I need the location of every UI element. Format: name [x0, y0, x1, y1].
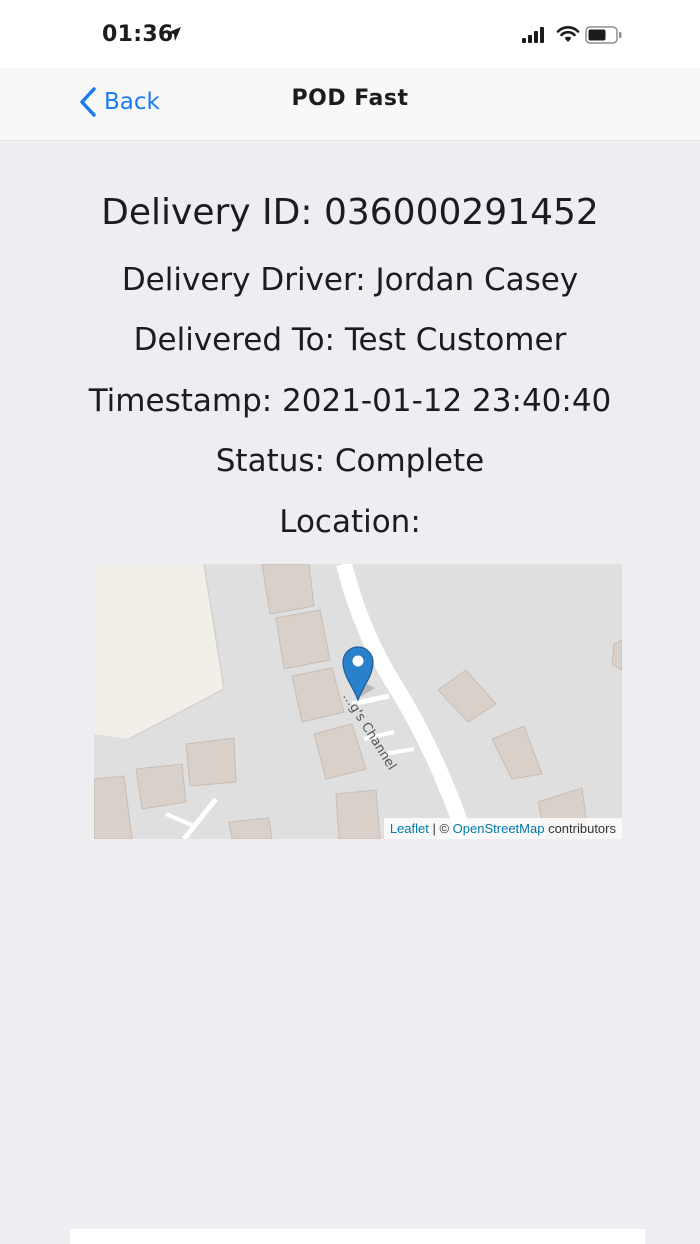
timestamp: Timestamp: 2021-01-12 23:40:40 [88, 383, 612, 419]
attribution-suffix: contributors [544, 821, 616, 836]
delivered-to: Delivered To: Test Customer [133, 322, 567, 358]
openstreetmap-link[interactable]: OpenStreetMap [453, 821, 545, 836]
location-arrow-icon [167, 27, 181, 41]
delivery-id: Delivery ID: 036000291452 [101, 192, 599, 233]
bottom-card [70, 1229, 645, 1244]
map-pin-icon[interactable] [341, 644, 375, 702]
attribution-separator: | © [428, 821, 453, 836]
battery-icon [585, 26, 622, 44]
navigation-bar: Back POD Fast [0, 68, 700, 141]
cellular-signal-icon [522, 27, 544, 43]
map-attribution: Leaflet | © OpenStreetMap contributors [383, 818, 622, 839]
location-label: Location: [279, 504, 421, 540]
delivery-status: Status: Complete [215, 443, 485, 479]
wifi-icon [556, 26, 580, 42]
status-time: 01:36 [102, 22, 174, 47]
page-title: POD Fast [291, 86, 409, 111]
status-bar: 01:36 [0, 0, 700, 68]
delivery-driver: Delivery Driver: Jordan Casey [121, 262, 579, 298]
leaflet-link[interactable]: Leaflet [390, 821, 429, 836]
